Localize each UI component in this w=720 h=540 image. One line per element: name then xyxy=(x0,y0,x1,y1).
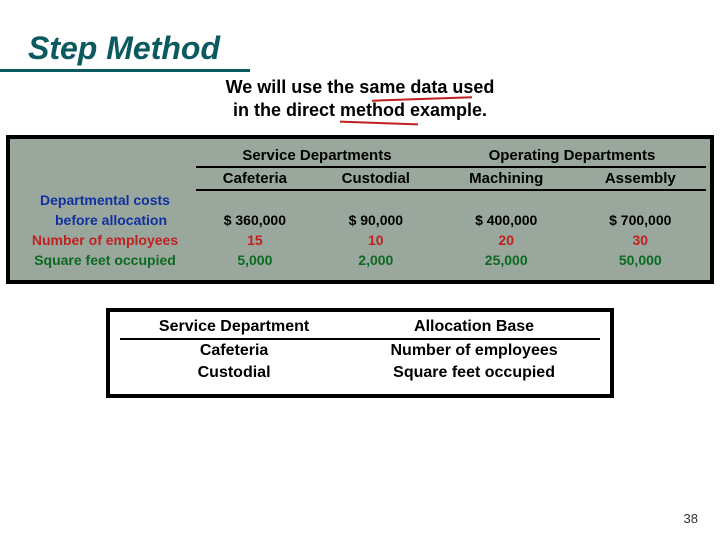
col-header-assembly: Assembly xyxy=(575,167,706,190)
cell-value: 25,000 xyxy=(438,250,575,270)
subtitle-line-1: We will use the same data used xyxy=(226,77,495,97)
subtitle-line-2: in the direct method example. xyxy=(233,100,487,120)
cell-value: $ 700,000 xyxy=(575,210,706,230)
alloc-cell: Number of employees xyxy=(348,339,600,362)
alloc-header-base: Allocation Base xyxy=(348,316,600,339)
alloc-cell: Custodial xyxy=(120,362,348,384)
table-column-header: Cafeteria Custodial Machining Assembly xyxy=(14,167,706,190)
hand-annotation xyxy=(340,121,418,126)
cell-value: $ 90,000 xyxy=(314,210,438,230)
cell-value: 2,000 xyxy=(314,250,438,270)
allocation-table: Service Department Allocation Base Cafet… xyxy=(120,316,600,384)
alloc-cell: Cafeteria xyxy=(120,339,348,362)
row-label-sqft: Square feet occupied xyxy=(14,250,196,270)
alloc-cell: Square feet occupied xyxy=(348,362,600,384)
alloc-header-service: Service Department xyxy=(120,316,348,339)
group-header-service: Service Departments xyxy=(196,145,438,167)
col-header-custodial: Custodial xyxy=(314,167,438,190)
cell-value: 5,000 xyxy=(196,250,314,270)
main-data-table-wrap: Service Departments Operating Department… xyxy=(6,135,714,284)
alloc-header-row: Service Department Allocation Base xyxy=(120,316,600,339)
col-header-cafeteria: Cafeteria xyxy=(196,167,314,190)
main-data-table: Service Departments Operating Department… xyxy=(14,145,706,270)
table-group-header: Service Departments Operating Department… xyxy=(14,145,706,167)
slide-title: Step Method xyxy=(0,0,250,72)
cell-value: $ 400,000 xyxy=(438,210,575,230)
table-row: Custodial Square feet occupied xyxy=(120,362,600,384)
cell-value: 30 xyxy=(575,230,706,250)
subtitle-block: We will use the same data used in the di… xyxy=(0,76,720,123)
table-row: Square feet occupied 5,000 2,000 25,000 … xyxy=(14,250,706,270)
row-label-employees: Number of employees xyxy=(14,230,196,250)
cell-value: $ 360,000 xyxy=(196,210,314,230)
cell-value: 15 xyxy=(196,230,314,250)
cell-value: 10 xyxy=(314,230,438,250)
page-number: 38 xyxy=(684,511,698,526)
group-header-operating: Operating Departments xyxy=(438,145,706,167)
cell-value: 50,000 xyxy=(575,250,706,270)
table-row: before allocation $ 360,000 $ 90,000 $ 4… xyxy=(14,210,706,230)
allocation-table-wrap: Service Department Allocation Base Cafet… xyxy=(106,308,614,398)
table-row: Number of employees 15 10 20 30 xyxy=(14,230,706,250)
table-row: Departmental costs xyxy=(14,190,706,210)
cell-value: 20 xyxy=(438,230,575,250)
table-row: Cafeteria Number of employees xyxy=(120,339,600,362)
row-label-dept-costs-2: before allocation xyxy=(14,210,196,230)
col-header-machining: Machining xyxy=(438,167,575,190)
row-label-dept-costs-1: Departmental costs xyxy=(14,190,196,210)
